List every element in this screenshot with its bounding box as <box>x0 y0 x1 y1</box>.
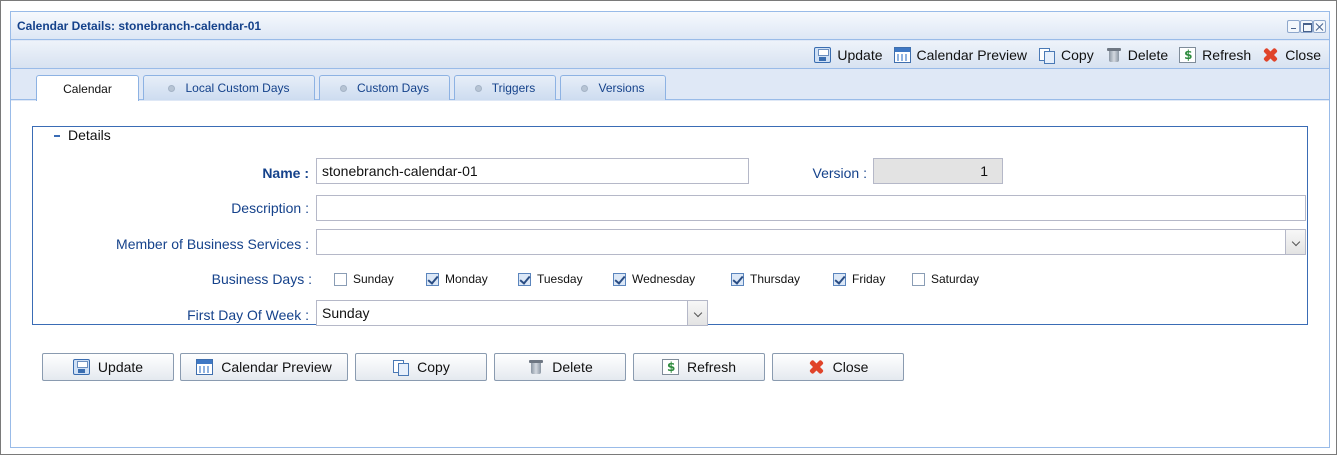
toolbar-update-button[interactable]: Update <box>814 47 883 63</box>
checkbox-saturday-label: Saturday <box>931 272 980 286</box>
name-label: Name : <box>262 165 309 181</box>
checkbox-sunday-label: Sunday <box>353 272 394 286</box>
tab-versions[interactable]: Versions <box>560 75 666 100</box>
toolbar-close-label: Close <box>1285 47 1321 63</box>
tab-calendar[interactable]: Calendar <box>36 75 139 101</box>
toolbar-calendar-preview-button[interactable]: Calendar Preview <box>893 47 1028 63</box>
first-day-of-week-select[interactable]: Sunday <box>316 300 708 326</box>
toolbar-update-label: Update <box>837 47 883 63</box>
checkbox-unchecked-icon[interactable] <box>334 272 347 286</box>
checkbox-tuesday[interactable]: Tuesday <box>518 272 583 286</box>
version-field: 1 <box>873 158 1003 184</box>
toolbar-delete-button[interactable]: Delete <box>1105 47 1168 63</box>
checkbox-thursday-label: Thursday <box>750 272 801 286</box>
tab-local-custom-days-label: Local Custom Days <box>185 81 290 95</box>
copy-button-label: Copy <box>417 359 450 375</box>
checkbox-checked-icon[interactable] <box>731 272 744 286</box>
tab-custom-days[interactable]: Custom Days <box>319 75 450 100</box>
calendar-icon <box>196 359 214 375</box>
top-toolbar: Update Calendar Preview Copy Delete Refr… <box>11 41 1329 69</box>
checkbox-unchecked-icon[interactable] <box>912 272 925 286</box>
checkbox-monday-label: Monday <box>445 272 488 286</box>
update-button[interactable]: Update <box>42 353 174 381</box>
details-legend: Details <box>54 127 117 143</box>
tab-status-dot-icon <box>168 84 176 92</box>
checkbox-checked-icon[interactable] <box>518 272 531 286</box>
tab-triggers[interactable]: Triggers <box>454 75 556 100</box>
checkbox-checked-icon[interactable] <box>833 272 846 286</box>
checkbox-wednesday[interactable]: Wednesday <box>613 272 695 286</box>
toolbar-copy-label: Copy <box>1061 47 1094 63</box>
tab-custom-days-label: Custom Days <box>356 81 430 95</box>
checkbox-friday[interactable]: Friday <box>833 272 885 286</box>
calendar-preview-button-label: Calendar Preview <box>221 359 332 375</box>
tab-strip: Calendar Local Custom Days Custom Days T… <box>11 70 1329 101</box>
window-close-icon[interactable] <box>1313 20 1326 33</box>
trash-icon <box>527 359 544 375</box>
checkbox-sunday[interactable]: Sunday <box>334 272 394 286</box>
refresh-button-label: Refresh <box>686 359 737 375</box>
toolbar-refresh-button[interactable]: Refresh <box>1179 47 1251 63</box>
member-of-business-services-select[interactable] <box>316 229 1306 255</box>
toolbar-close-button[interactable]: Close <box>1262 47 1321 63</box>
toolbar-copy-button[interactable]: Copy <box>1038 47 1094 64</box>
minimize-icon[interactable] <box>1287 20 1300 33</box>
copy-button[interactable]: Copy <box>355 353 487 381</box>
toolbar-calendar-preview-label: Calendar Preview <box>916 47 1028 63</box>
name-input[interactable]: stonebranch-calendar-01 <box>316 158 749 184</box>
calendar-preview-button[interactable]: Calendar Preview <box>180 353 348 381</box>
version-label: Version : <box>812 165 867 181</box>
screen-frame: Calendar Details: stonebranch-calendar-0… <box>0 0 1337 455</box>
copy-icon <box>1038 47 1056 64</box>
window-title: Calendar Details: stonebranch-calendar-0… <box>17 19 262 33</box>
checkbox-checked-icon[interactable] <box>613 272 626 286</box>
maximize-icon[interactable] <box>1300 20 1313 33</box>
checkbox-friday-label: Friday <box>852 272 886 286</box>
tab-local-custom-days[interactable]: Local Custom Days <box>143 75 315 100</box>
checkbox-checked-icon[interactable] <box>426 272 439 286</box>
description-input[interactable] <box>316 195 1306 221</box>
close-icon <box>808 359 825 375</box>
tab-status-dot-icon <box>474 84 482 92</box>
save-icon <box>72 359 90 375</box>
calendar-icon <box>893 47 911 63</box>
toolbar-refresh-label: Refresh <box>1202 47 1252 63</box>
chevron-down-icon[interactable] <box>687 301 707 325</box>
refresh-icon <box>1179 47 1197 63</box>
close-button-label: Close <box>832 359 869 375</box>
details-fieldset <box>32 126 1308 325</box>
tab-calendar-label: Calendar <box>63 81 112 96</box>
update-button-label: Update <box>97 359 144 375</box>
refresh-button[interactable]: Refresh <box>633 353 765 381</box>
description-label: Description : <box>231 200 309 216</box>
delete-button[interactable]: Delete <box>494 353 626 381</box>
window-titlebar[interactable]: Calendar Details: stonebranch-calendar-0… <box>11 12 1329 40</box>
first-day-of-week-label: First Day Of Week : <box>187 307 309 323</box>
toolbar-delete-label: Delete <box>1127 47 1169 63</box>
refresh-icon <box>661 359 679 375</box>
member-of-business-services-label: Member of Business Services : <box>116 236 309 252</box>
save-icon <box>814 47 832 63</box>
first-day-of-week-value: Sunday <box>322 305 370 321</box>
copy-icon <box>392 359 410 376</box>
business-days-label: Business Days : <box>211 271 312 287</box>
checkbox-thursday[interactable]: Thursday <box>731 272 800 286</box>
checkbox-saturday[interactable]: Saturday <box>912 272 979 286</box>
checkbox-wednesday-label: Wednesday <box>632 272 696 286</box>
close-icon <box>1262 47 1279 63</box>
checkbox-monday[interactable]: Monday <box>426 272 488 286</box>
tab-status-dot-icon <box>581 84 589 92</box>
close-button[interactable]: Close <box>772 353 904 381</box>
tab-status-dot-icon <box>339 84 347 92</box>
tab-versions-label: Versions <box>598 81 645 95</box>
checkbox-tuesday-label: Tuesday <box>537 272 583 286</box>
tab-triggers-label: Triggers <box>491 81 536 95</box>
chevron-down-icon[interactable] <box>1285 230 1305 254</box>
trash-icon <box>1105 47 1122 63</box>
delete-button-label: Delete <box>552 359 593 375</box>
